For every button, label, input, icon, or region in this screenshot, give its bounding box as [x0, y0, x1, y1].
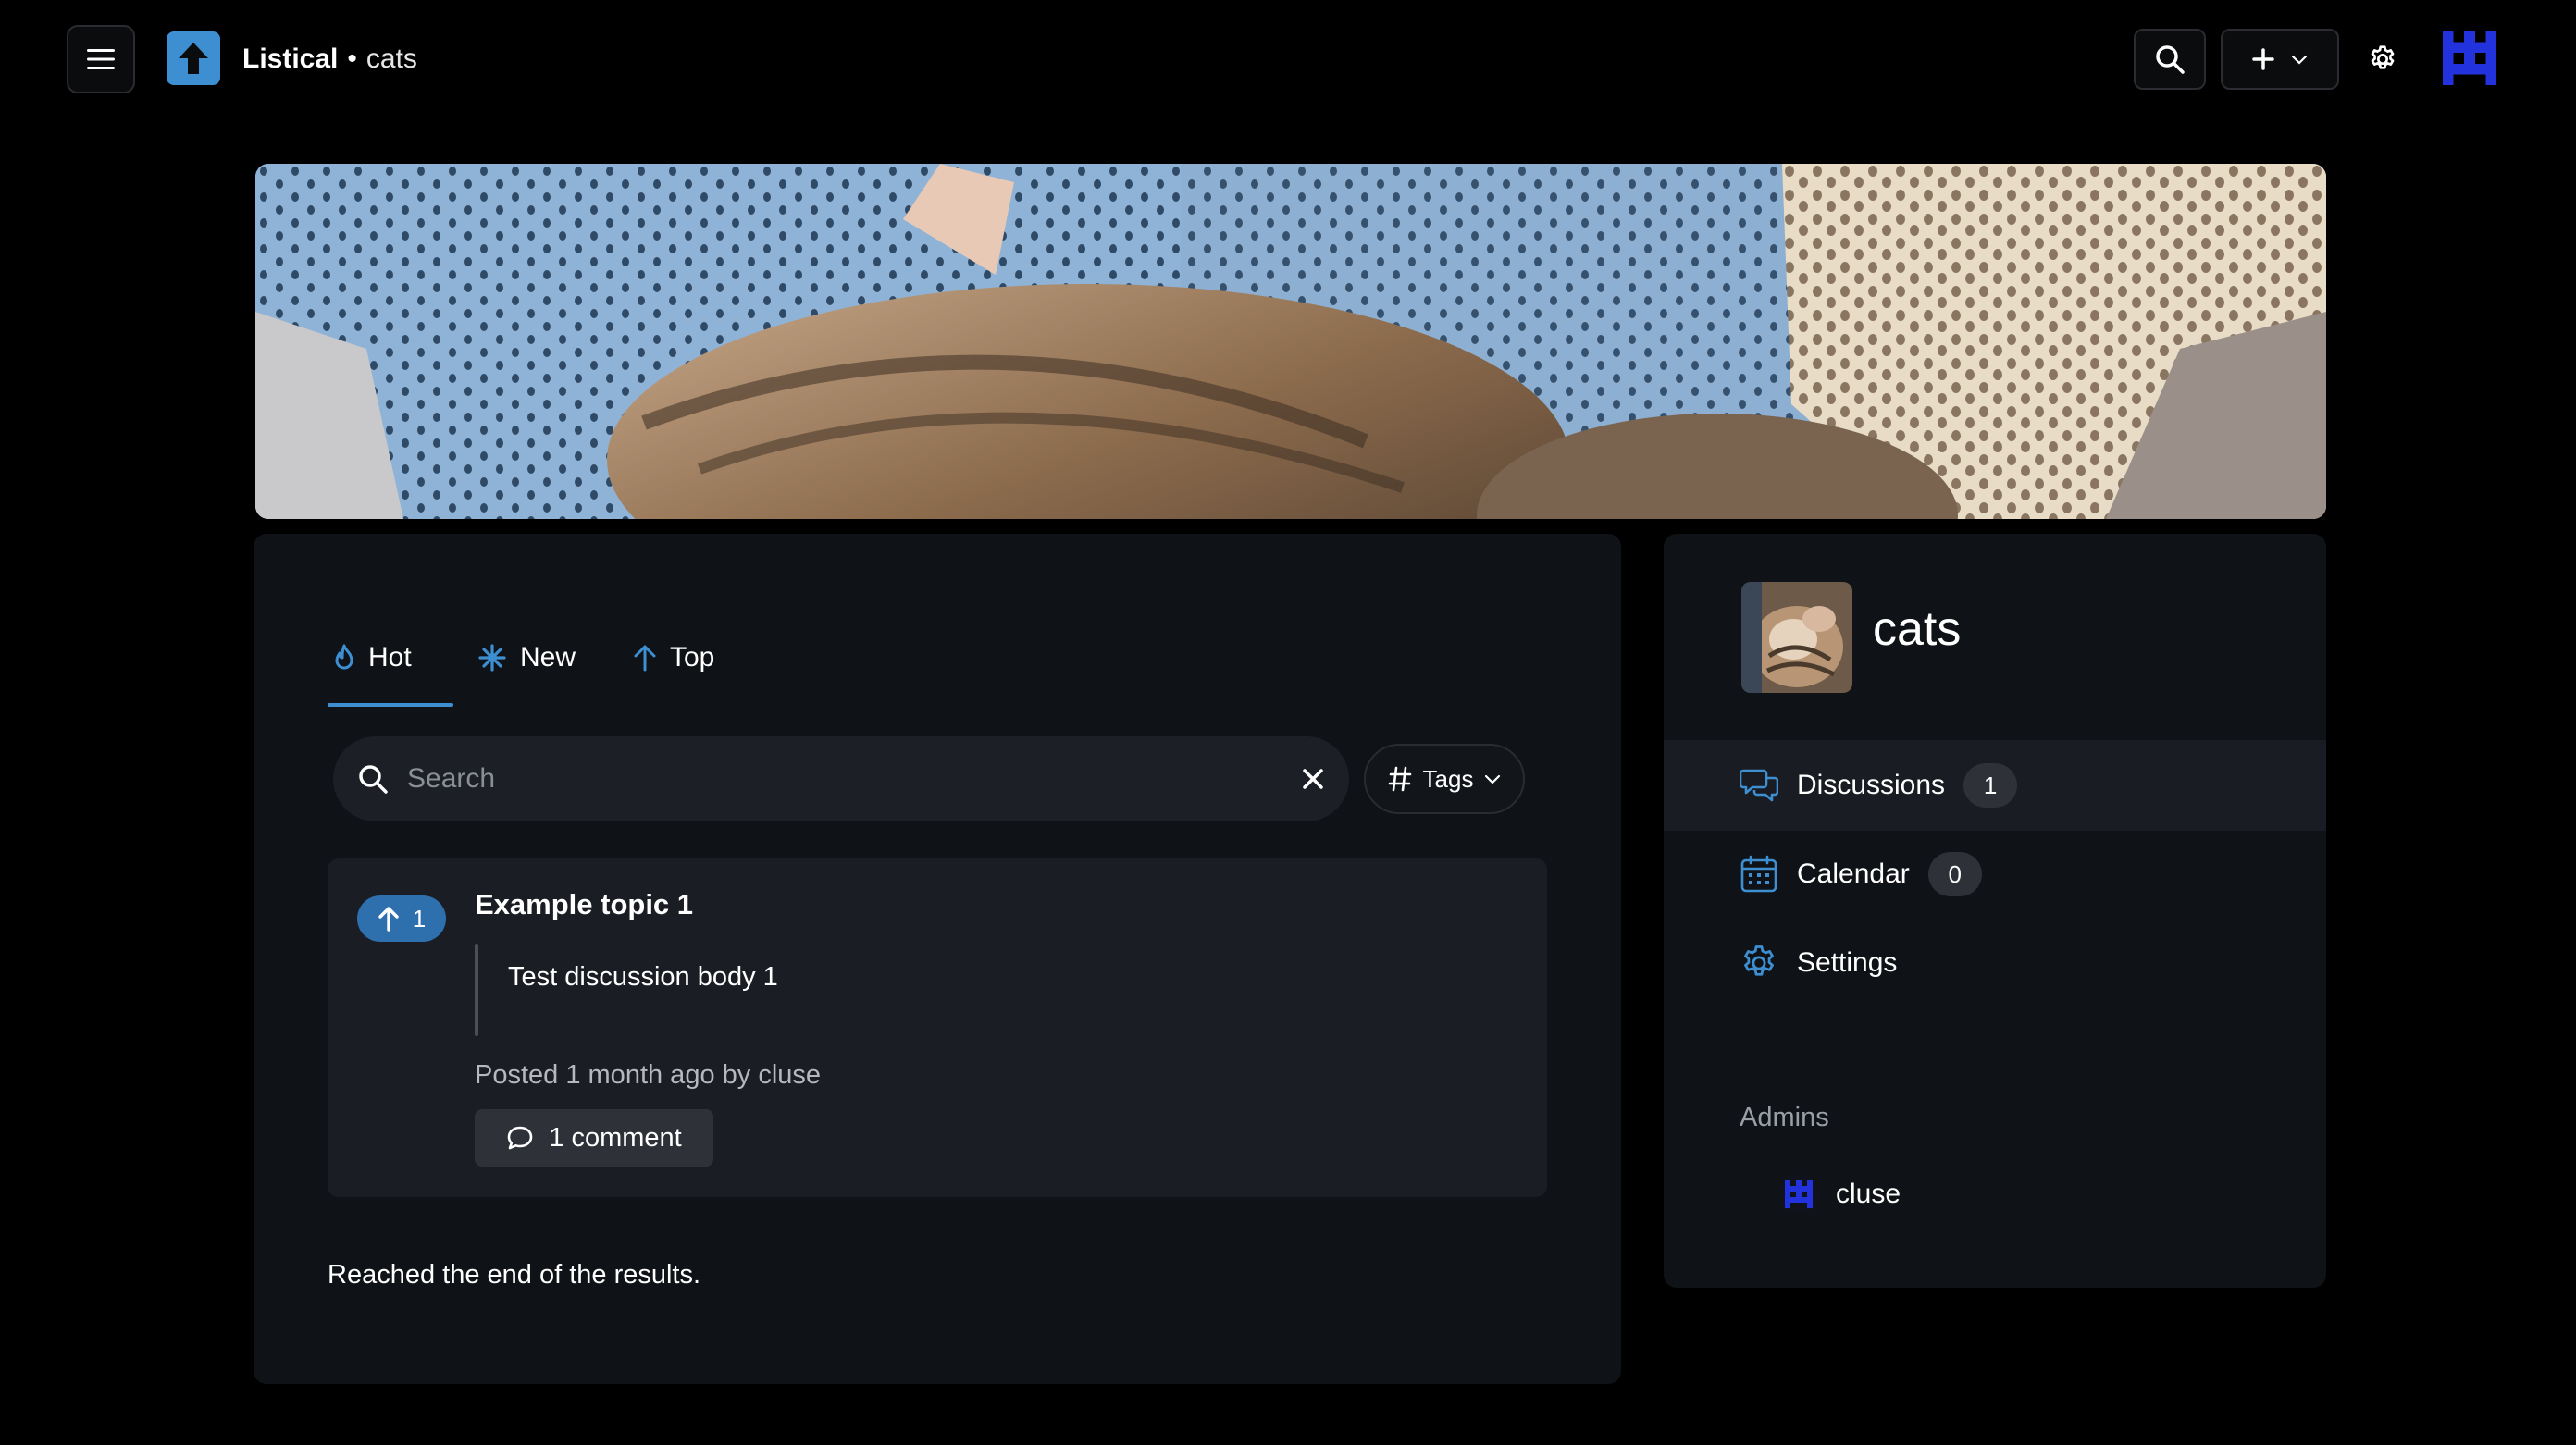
community-name: cats — [1873, 602, 1962, 656]
hamburger-icon — [87, 49, 115, 69]
tab-top[interactable]: Top — [633, 627, 714, 688]
chat-bubbles-icon — [1740, 769, 1778, 802]
identicon-icon — [1785, 1180, 1813, 1208]
search-icon — [2156, 45, 2185, 74]
avatar — [1778, 1174, 1819, 1215]
sidebar-item-calendar[interactable]: Calendar 0 — [1740, 846, 1982, 902]
search-input[interactable] — [407, 763, 1301, 795]
sidebar-item-label: Calendar — [1797, 858, 1910, 889]
search-button[interactable] — [2134, 29, 2206, 90]
calendar-icon — [1740, 855, 1777, 893]
community-banner — [255, 164, 2326, 519]
create-button[interactable] — [2221, 29, 2339, 90]
comment-icon — [507, 1126, 533, 1150]
tags-dropdown[interactable]: Tags — [1364, 744, 1525, 814]
admin-name: cluse — [1836, 1179, 1901, 1209]
count-badge: 0 — [1927, 852, 1982, 896]
brand-separator: • — [347, 43, 357, 74]
arrow-up-icon — [179, 43, 208, 74]
arrow-up-icon — [634, 645, 656, 672]
search-icon — [359, 765, 388, 794]
vote-count: 1 — [412, 904, 427, 932]
end-of-results: Reached the end of the results. — [328, 1260, 701, 1290]
tab-hot[interactable]: Hot — [333, 627, 412, 688]
settings-button[interactable] — [2358, 34, 2408, 84]
sidebar-item-label: Settings — [1797, 947, 1898, 978]
comments-button[interactable]: 1 comment — [475, 1109, 713, 1167]
hash-icon — [1388, 766, 1411, 792]
flame-icon — [335, 644, 353, 670]
community-link[interactable]: cats — [366, 43, 417, 75]
gear-icon — [2371, 45, 2395, 69]
tab-label: Hot — [368, 642, 412, 673]
arrow-up-icon — [378, 907, 399, 932]
count-badge: 1 — [1963, 763, 2018, 808]
admins-heading: Admins — [1740, 1103, 1829, 1132]
sidebar-item-label: Discussions — [1797, 770, 1946, 800]
tab-label: Top — [670, 642, 715, 673]
admin-user[interactable]: cluse — [1778, 1171, 1901, 1217]
chevron-down-icon — [1485, 774, 1501, 784]
vote-button[interactable]: 1 — [357, 895, 446, 942]
post-title[interactable]: Example topic 1 — [475, 888, 693, 921]
user-avatar[interactable] — [2443, 31, 2496, 85]
brand: Listical • cats — [242, 37, 417, 81]
identicon-icon — [2443, 31, 2496, 85]
post-meta: Posted 1 month ago by cluse — [475, 1060, 822, 1090]
post-body: Test discussion body 1 — [508, 962, 778, 992]
sidebar-item-settings[interactable]: Settings — [1740, 935, 1897, 991]
gear-icon — [1744, 945, 1774, 976]
chevron-down-icon — [2291, 55, 2308, 65]
tags-label: Tags — [1422, 764, 1474, 793]
quote-bar — [475, 944, 478, 1036]
sidebar-item-discussions[interactable]: Discussions 1 — [1740, 758, 2018, 813]
sparkle-icon — [478, 644, 506, 672]
tab-label: New — [520, 642, 576, 673]
search-bar — [333, 736, 1349, 821]
tab-new[interactable]: New — [477, 627, 576, 688]
app-logo[interactable] — [167, 31, 220, 85]
plus-icon — [2252, 48, 2274, 70]
close-icon[interactable] — [1301, 767, 1325, 791]
menu-button[interactable] — [67, 25, 135, 93]
comments-label: 1 comment — [549, 1122, 682, 1153]
community-avatar — [1741, 582, 1852, 693]
app-name[interactable]: Listical — [242, 43, 338, 75]
active-tab-indicator — [328, 703, 453, 707]
